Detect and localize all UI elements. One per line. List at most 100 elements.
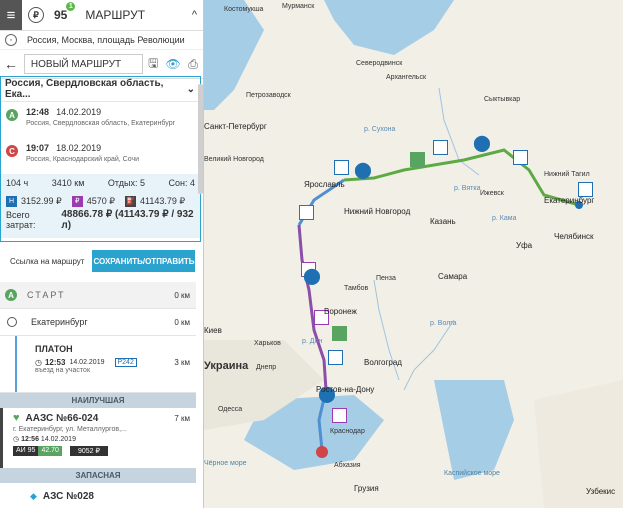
start-point: A 12:48 14.02.2019 Россия, Свердловская … <box>1 102 200 138</box>
cost-fuel: 41143.79 ₽ <box>140 195 186 206</box>
region-select[interactable]: Россия, Свердловская область, Ека... ⌄ <box>1 77 200 102</box>
station-address: г. Екатеринбург, ул. Металлургов,... <box>13 426 127 433</box>
map-label: Екатеринбург <box>544 196 595 205</box>
end-date: 18.02.2019 <box>56 143 102 153</box>
route-tab[interactable]: МАРШРУТ <box>85 8 145 22</box>
platon-row[interactable]: ПЛАТОН ◷ 12:53 14.02.2019 P242 3 км въез… <box>0 336 196 393</box>
station2-row[interactable]: ◆ АЗС №028 <box>0 483 196 508</box>
city-name: Екатеринбург <box>31 317 88 327</box>
ruble-icon[interactable]: ₽ <box>28 7 44 23</box>
fuel-price: 42.70 <box>38 446 62 456</box>
map-label: Костомукша <box>224 6 264 13</box>
stat-distance: 3410 км <box>51 178 85 188</box>
best-section: НАИЛУЧШАЯ <box>0 393 196 408</box>
platon-code: P242 <box>114 358 137 367</box>
map-label: Ростов-на-Дону <box>316 385 375 394</box>
start-date: 14.02.2019 <box>56 107 102 117</box>
map-pin-icon[interactable]: ⬤ <box>303 266 321 286</box>
river-label: р. Вятка <box>454 185 481 192</box>
stat-sleep: Сон: 4 <box>168 178 195 188</box>
city-km: 0 км <box>174 317 190 327</box>
region-text: Россия, Свердловская область, Ека... <box>5 78 164 100</box>
fuel-counter[interactable]: 95 1 <box>54 2 76 22</box>
map-label: Нижний Тагил <box>544 171 590 178</box>
top-bar: ≡ ₽ 95 1 МАРШРУТ ^ <box>0 0 203 31</box>
map-label: Ярославль <box>304 180 345 189</box>
address-row[interactable]: ◦ Россия, Москва, площадь Революции <box>0 31 203 50</box>
hotel-icon[interactable] <box>433 140 448 155</box>
map-pin-icon[interactable]: ⬤ <box>473 133 491 153</box>
save-icon[interactable]: 🖫 <box>143 54 163 75</box>
map-label: Воронеж <box>324 307 357 316</box>
hotel-icon[interactable] <box>328 350 343 365</box>
map-label: Днепр <box>256 364 277 371</box>
clock-icon: ◷ <box>35 358 42 367</box>
fuel-station-icon[interactable] <box>410 152 425 167</box>
hotel-icon[interactable] <box>513 150 528 165</box>
start-marker: A <box>6 109 18 121</box>
eye-icon[interactable]: 👁 <box>163 57 183 71</box>
map-view[interactable]: ⬤ ⬤ ⬤ ⬤ Костомукша Мурманск Северодвинск… <box>204 0 623 508</box>
start-row-marker: A <box>5 289 17 301</box>
map-label: Петрозаводск <box>246 92 291 99</box>
toll-icon[interactable] <box>299 205 314 220</box>
total-value: 48866.78 ₽ (41143.79 ₽ / 932 л) <box>61 209 194 231</box>
end-time: 19:07 <box>26 143 50 153</box>
address-text: Россия, Москва, площадь Революции <box>27 35 185 45</box>
map-label: Архангельск <box>386 74 427 81</box>
map-label: Мурманск <box>282 3 315 10</box>
map-label: Узбекис <box>586 487 616 496</box>
fuel-sum: 9052 ₽ <box>69 446 108 456</box>
hotel-icon: H <box>6 195 17 207</box>
fuel-cost-icon: ⛽ <box>125 195 137 207</box>
map-label: Каспийское море <box>444 470 500 477</box>
map-label: Самара <box>438 272 468 281</box>
river-label: р. Дон <box>302 338 323 345</box>
start-row[interactable]: A СТАРТ 0 км <box>0 282 196 309</box>
station-name: ААЗС №66-024 <box>25 412 99 424</box>
route-toolbar: ← НОВЫЙ МАРШРУТ 🖫 👁 ⎙ <box>0 50 203 79</box>
route-stats: 104 ч 3410 км Отдых: 5 Сон: 4 H 3152.99 … <box>1 174 200 238</box>
station2-logo-icon: ◆ <box>30 490 37 501</box>
platon-note: въезд на участок <box>35 367 91 374</box>
map-pin-icon[interactable]: ⬤ <box>354 160 372 180</box>
route-link[interactable]: Ссылка на маршрут <box>10 257 84 266</box>
toll-icon: ₽ <box>71 195 83 207</box>
save-send-button[interactable]: СОХРАНИТЬ/ОТПРАВИТЬ <box>92 250 196 272</box>
stat-hours: 104 ч <box>6 178 29 188</box>
panel-scrollbar[interactable] <box>198 84 203 194</box>
menu-icon[interactable]: ≡ <box>0 0 22 30</box>
hotel-icon[interactable] <box>578 182 593 197</box>
route-name-field[interactable]: НОВЫЙ МАРШРУТ <box>23 54 144 74</box>
platon-km: 3 км <box>174 358 190 367</box>
back-arrow-icon[interactable]: ← <box>0 56 22 72</box>
print-icon[interactable]: ⎙ <box>183 57 203 72</box>
finish-marker <box>316 446 328 458</box>
map-label: Абхазия <box>334 462 361 469</box>
station-km: 7 км <box>174 413 190 423</box>
cost-hotel: 3152.99 ₽ <box>21 195 62 206</box>
collapse-icon[interactable]: ^ <box>192 9 197 21</box>
end-marker: C <box>6 145 18 157</box>
caspian-sea <box>434 380 514 480</box>
city-row[interactable]: Екатеринбург 0 км <box>0 309 196 336</box>
station-logo-icon: ♥ <box>13 412 20 424</box>
map-label: Киев <box>204 326 222 335</box>
map-label: Грузия <box>354 484 379 493</box>
clock-icon: ◷ <box>13 436 20 443</box>
cost-toll: 4570 ₽ <box>86 195 116 206</box>
map-label: Краснодар <box>330 428 365 435</box>
hotel-icon[interactable] <box>334 160 349 175</box>
river-label: р. Волга <box>430 320 457 327</box>
fuel-station-icon[interactable] <box>332 326 347 341</box>
toll-icon[interactable] <box>332 408 347 423</box>
start-time: 12:48 <box>26 107 50 117</box>
station-row[interactable]: ♥ ААЗС №66-024 7 км г. Екатеринбург, ул.… <box>0 408 196 468</box>
chevron-down-icon: ⌄ <box>186 83 195 95</box>
map-label: Ижевск <box>480 190 504 197</box>
fuel-badge: 1 <box>66 2 76 11</box>
river-label: р. Кама <box>492 215 517 222</box>
platon-time: 12:53 <box>44 358 66 367</box>
start-row-km: 0 км <box>174 290 190 300</box>
river-label: р. Сухона <box>364 126 396 133</box>
